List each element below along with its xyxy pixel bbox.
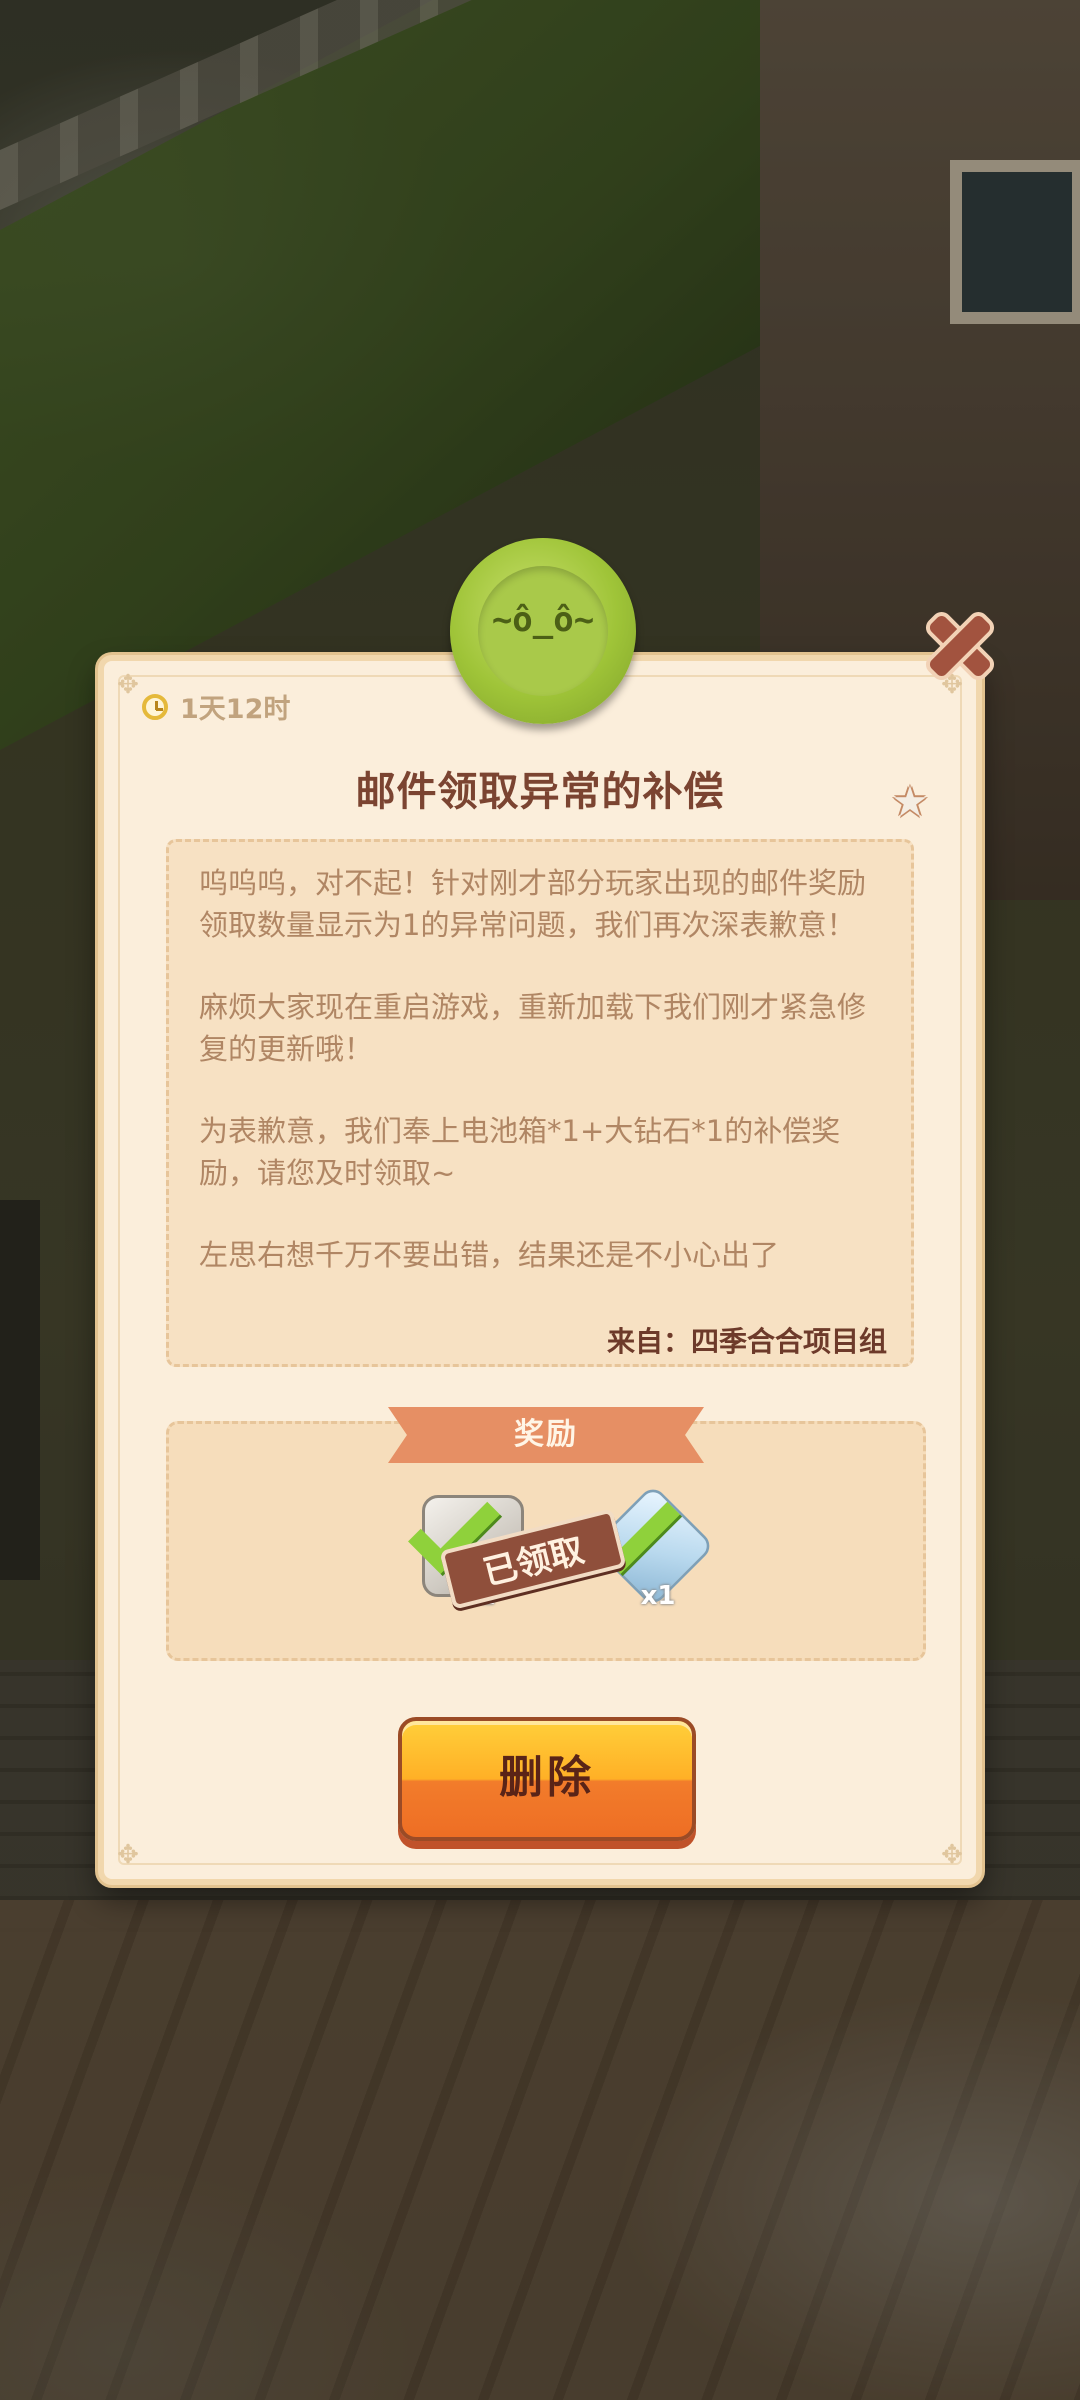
mail-sender: 来自：四季合合项目组 — [598, 1320, 887, 1360]
message-paragraph: 呜呜呜，对不起！针对刚才部分玩家出现的邮件奖励领取数量显示为1的异常问题，我们再… — [199, 866, 867, 942]
message-paragraph: 为表歉意，我们奉上电池箱*1+大钻石*1的补偿奖励，请您及时领取~ — [199, 1114, 841, 1190]
favorite-star-icon[interactable]: ★ — [889, 781, 931, 823]
corner-ornament-icon: ✥ — [117, 670, 139, 700]
message-paragraph: 麻烦大家现在重启游戏，重新加载下我们刚才紧急修复的更新哦！ — [199, 990, 867, 1066]
message-paragraph: 左思右想千万不要出错，结果还是不小心出了 — [199, 1238, 780, 1272]
alarm-clock-icon — [142, 693, 168, 720]
reward-quantity: x1 — [640, 1581, 676, 1611]
corner-ornament-icon: ✥ — [941, 1840, 963, 1870]
corner-ornament-icon: ✥ — [117, 1840, 139, 1870]
mail-message-box[interactable]: 呜呜呜，对不起！针对刚才部分玩家出现的邮件奖励领取数量显示为1的异常问题，我们再… — [166, 839, 914, 1367]
game-screen: ✥ ✥ ✥ ✥ 1天12时 邮件领取异常的补偿 ★ 呜呜呜，对不起！针对刚才部分… — [0, 0, 1080, 2400]
wax-seal-face-icon: ~ô_ô~ — [491, 600, 595, 640]
mail-panel: ✥ ✥ ✥ ✥ 1天12时 邮件领取异常的补偿 ★ 呜呜呜，对不起！针对刚才部分… — [98, 655, 982, 1885]
expiry-timer-label: 1天12时 — [180, 694, 291, 725]
mail-title: 邮件领取异常的补偿 — [355, 769, 725, 815]
delete-button[interactable]: 删除 — [398, 1717, 696, 1841]
close-button[interactable] — [920, 606, 1000, 686]
wax-seal: ~ô_ô~ — [450, 538, 636, 724]
reward-banner: 奖励 — [388, 1407, 704, 1463]
expiry-timer: 1天12时 — [142, 687, 290, 726]
